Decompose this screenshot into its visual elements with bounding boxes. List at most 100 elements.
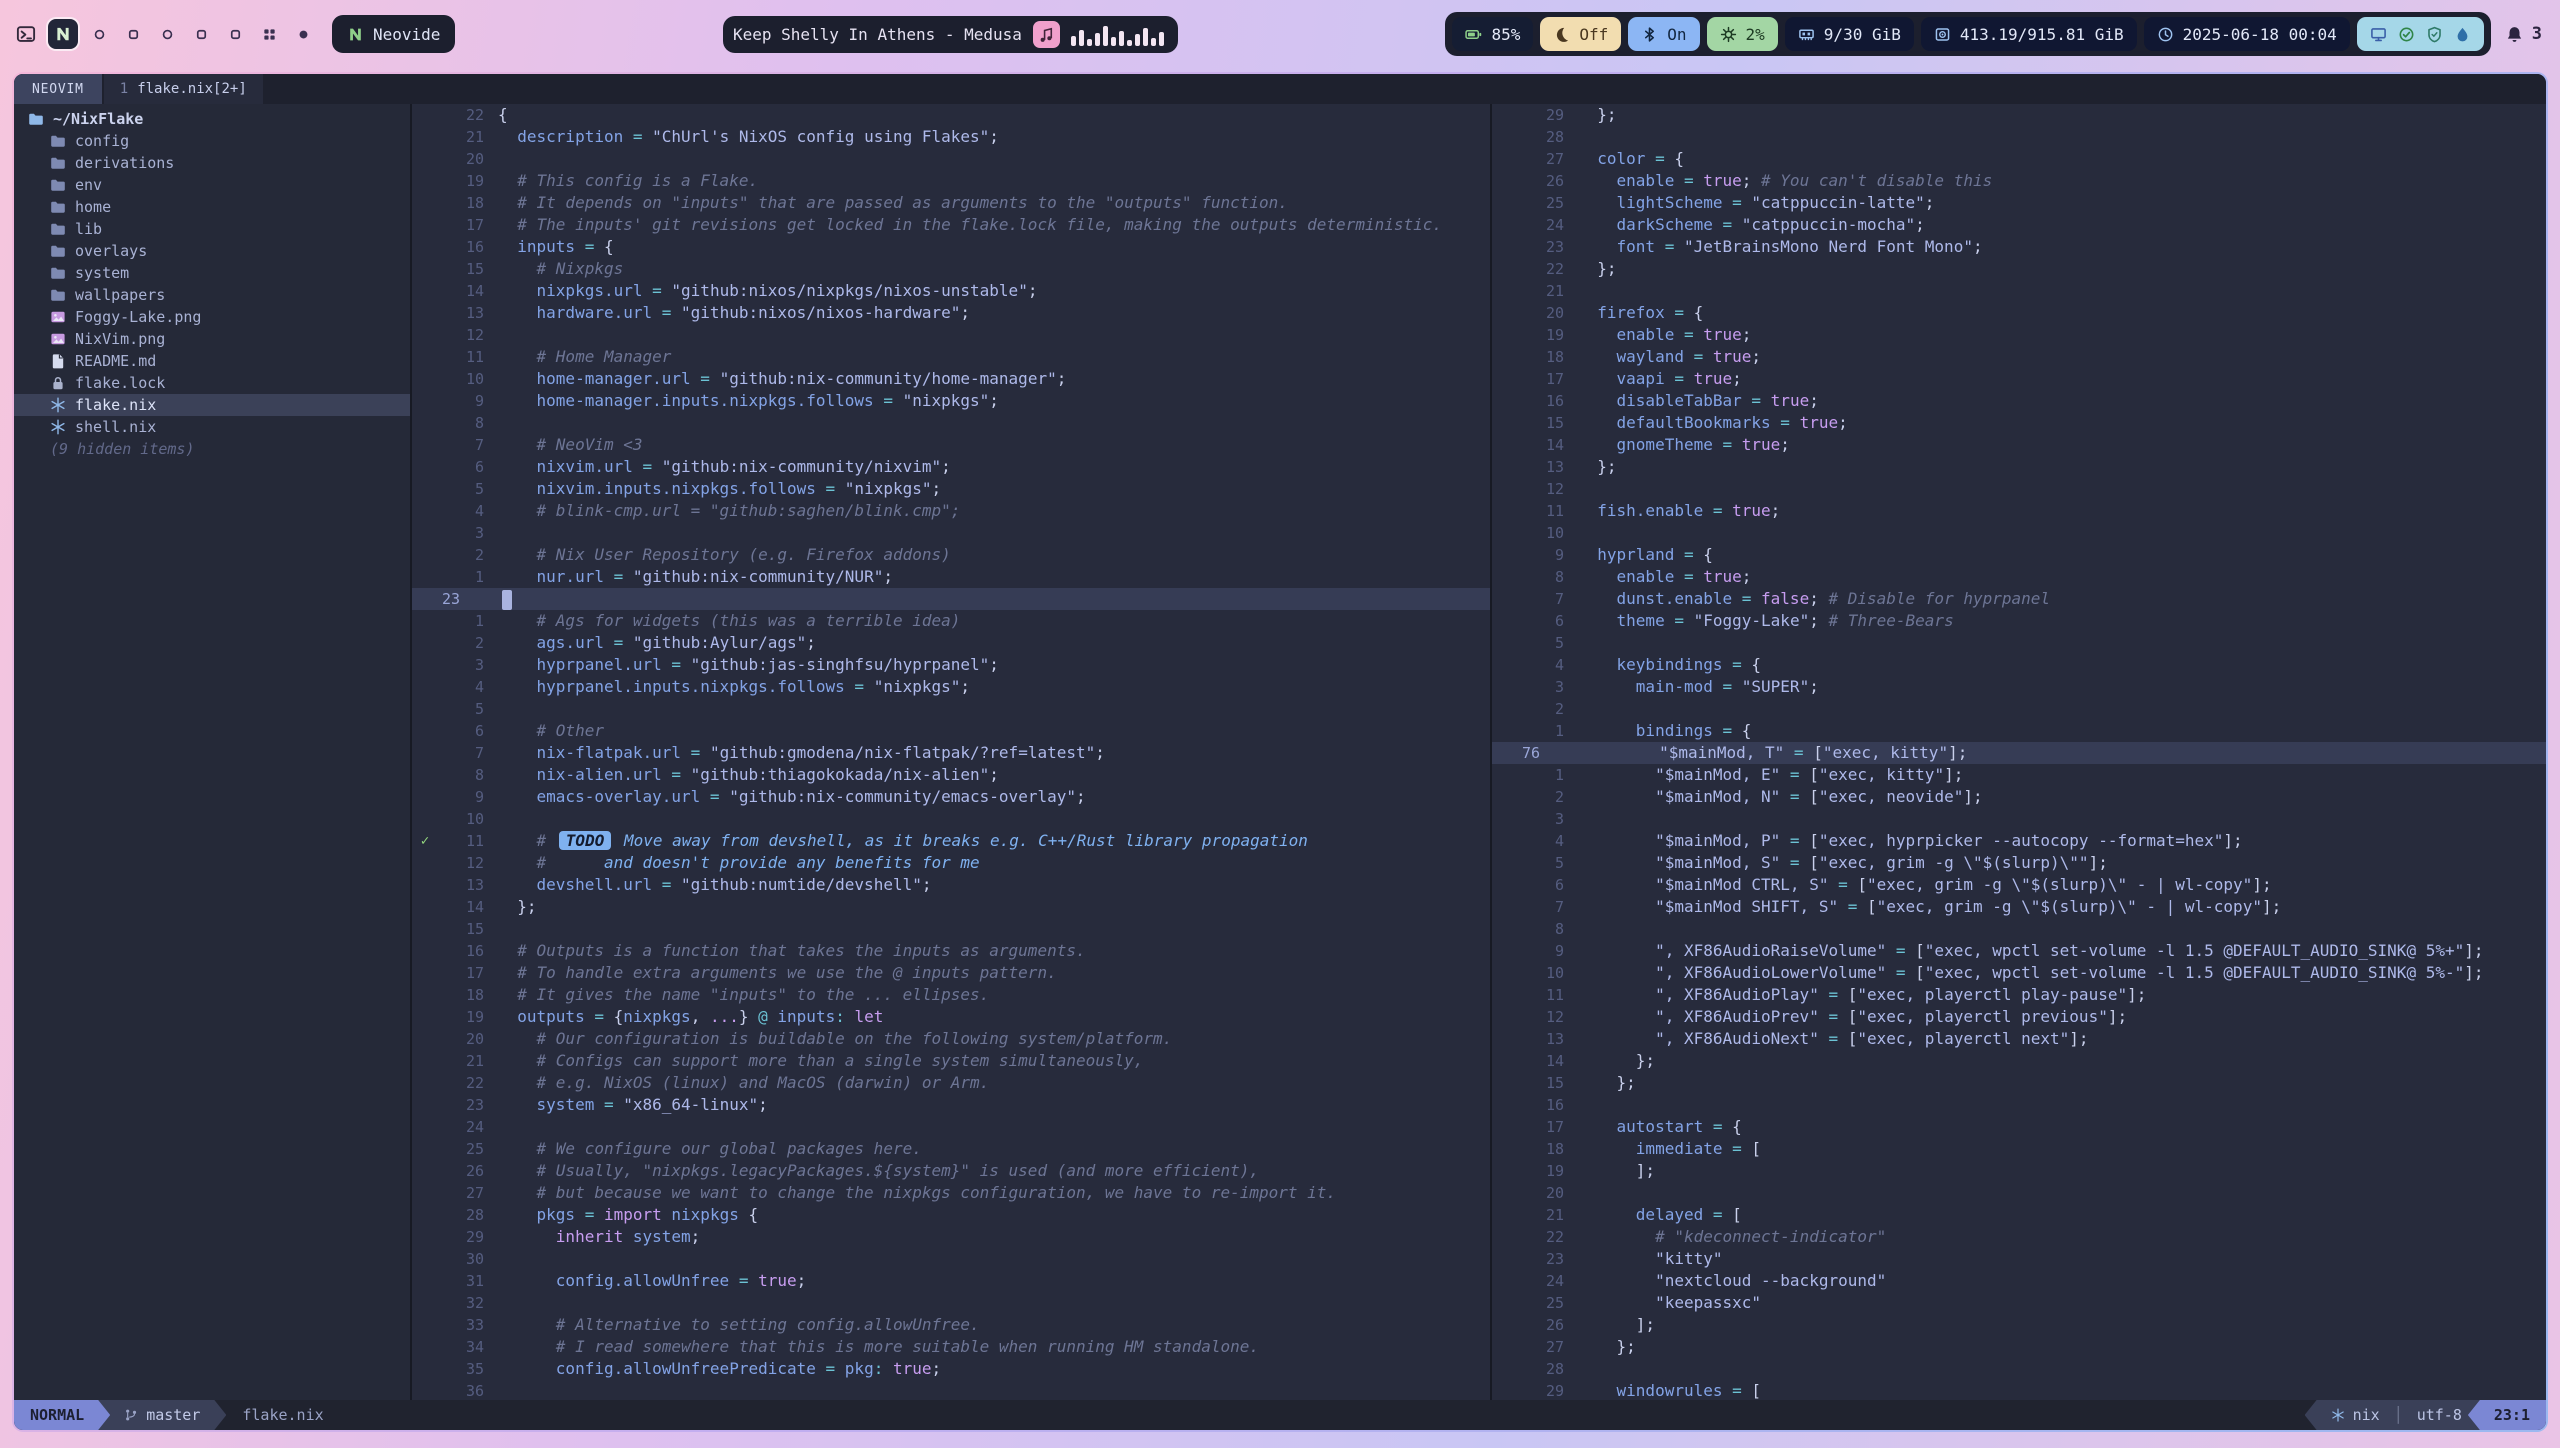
tree-item-flake.nix[interactable]: flake.nix	[14, 394, 410, 416]
code-line[interactable]: 20 firefox = {	[1492, 302, 2546, 324]
bluetooth-pill[interactable]: On	[1628, 17, 1699, 51]
code-line[interactable]: 2 "$mainMod, N" = ["exec, neovide"];	[1492, 786, 2546, 808]
code-line[interactable]: 20	[412, 148, 1490, 170]
code-line[interactable]: 15 };	[1492, 1072, 2546, 1094]
code-line[interactable]: 1 # Ags for widgets (this was a terrible…	[412, 610, 1490, 632]
code-line[interactable]: 7 nix-flatpak.url = "github:gmodena/nix-…	[412, 742, 1490, 764]
code-line[interactable]: 12 # and doesn't provide any benefits fo…	[412, 852, 1490, 874]
code-line[interactable]: 12	[1492, 478, 2546, 500]
code-line[interactable]: 29 };	[1492, 104, 2546, 126]
workspace-4[interactable]	[154, 21, 180, 47]
code-line[interactable]: 2 ags.url = "github:Aylur/ags";	[412, 632, 1490, 654]
code-line[interactable]: 14 };	[412, 896, 1490, 918]
notifications-indicator[interactable]: 3	[2505, 24, 2548, 44]
tree-item-overlays[interactable]: overlays	[14, 240, 410, 262]
code-line[interactable]: 11 ", XF86AudioPlay" = ["exec, playerctl…	[1492, 984, 2546, 1006]
workspace-8[interactable]	[290, 21, 316, 47]
code-line[interactable]: 26 ];	[1492, 1314, 2546, 1336]
code-line[interactable]: 9 hyprland = {	[1492, 544, 2546, 566]
code-line[interactable]: 27 # but because we want to change the n…	[412, 1182, 1490, 1204]
code-line[interactable]: 3	[1492, 808, 2546, 830]
tray-drop-icon[interactable]	[2454, 26, 2471, 43]
app-badge-neovide[interactable]: Neovide	[332, 15, 455, 53]
code-line[interactable]: 18 # It depends on "inputs" that are pas…	[412, 192, 1490, 214]
code-line[interactable]: 16 inputs = {	[412, 236, 1490, 258]
code-line[interactable]: 3 main-mod = "SUPER";	[1492, 676, 2546, 698]
code-line[interactable]: 19 enable = true;	[1492, 324, 2546, 346]
code-line[interactable]: 34 # I read somewhere that this is more …	[412, 1336, 1490, 1358]
code-line[interactable]: 1 nur.url = "github:nix-community/NUR";	[412, 566, 1490, 588]
code-line[interactable]: 5 "$mainMod, S" = ["exec, grim -g \"$(sl…	[1492, 852, 2546, 874]
battery-pill[interactable]: 85%	[1452, 17, 1533, 51]
tree-root[interactable]: ~/NixFlake	[14, 108, 410, 130]
code-line[interactable]: 26 enable = true; # You can't disable th…	[1492, 170, 2546, 192]
code-line[interactable]: 15	[412, 918, 1490, 940]
tree-item-home[interactable]: home	[14, 196, 410, 218]
code-line[interactable]: 16 disableTabBar = true;	[1492, 390, 2546, 412]
code-line[interactable]: 36	[412, 1380, 1490, 1400]
code-line[interactable]: 13 ", XF86AudioNext" = ["exec, playerctl…	[1492, 1028, 2546, 1050]
code-line[interactable]: 18 # It gives the name "inputs" to the .…	[412, 984, 1490, 1006]
code-line[interactable]: 25 lightScheme = "catppuccin-latte";	[1492, 192, 2546, 214]
code-line[interactable]: 16 # Outputs is a function that takes th…	[412, 940, 1490, 962]
code-line[interactable]: 26 # Usually, "nixpkgs.legacyPackages.${…	[412, 1160, 1490, 1182]
tree-item-shell.nix[interactable]: shell.nix	[14, 416, 410, 438]
code-line[interactable]: 20 # Our configuration is buildable on t…	[412, 1028, 1490, 1050]
code-line[interactable]: 15 # Nixpkgs	[412, 258, 1490, 280]
code-line[interactable]: 8	[1492, 918, 2546, 940]
buffer-tab[interactable]: 1 flake.nix[2+]	[104, 74, 263, 104]
tree-item-system[interactable]: system	[14, 262, 410, 284]
tree-item-NixVim.png[interactable]: NixVim.png	[14, 328, 410, 350]
code-line[interactable]: 11 # Home Manager	[412, 346, 1490, 368]
code-line[interactable]: 23 "kitty"	[1492, 1248, 2546, 1270]
code-line[interactable]: 23	[412, 588, 1490, 610]
cpu-pill[interactable]: 2%	[1707, 17, 1778, 51]
code-line[interactable]: 21	[1492, 280, 2546, 302]
workspace-5[interactable]	[188, 21, 214, 47]
code-line[interactable]: 13 devshell.url = "github:numtide/devshe…	[412, 874, 1490, 896]
code-line[interactable]: 10 home-manager.url = "github:nix-commun…	[412, 368, 1490, 390]
code-line[interactable]: 9 emacs-overlay.url = "github:nix-commun…	[412, 786, 1490, 808]
disk-pill[interactable]: 413.19/915.81 GiB	[1921, 17, 2137, 51]
code-line[interactable]: 17 vaapi = true;	[1492, 368, 2546, 390]
code-line[interactable]: 9 home-manager.inputs.nixpkgs.follows = …	[412, 390, 1490, 412]
code-line[interactable]: 28 pkgs = import nixpkgs {	[412, 1204, 1490, 1226]
code-line[interactable]: 11 fish.enable = true;	[1492, 500, 2546, 522]
code-line[interactable]: 5 nixvim.inputs.nixpkgs.follows = "nixpk…	[412, 478, 1490, 500]
code-line[interactable]: 76 "$mainMod, T" = ["exec, kitty"];	[1492, 742, 2546, 764]
tray-check-icon[interactable]	[2398, 26, 2415, 43]
code-line[interactable]: 6 "$mainMod CTRL, S" = ["exec, grim -g \…	[1492, 874, 2546, 896]
code-line[interactable]: 3 hyprpanel.url = "github:jas-singhfsu/h…	[412, 654, 1490, 676]
code-line[interactable]: 5	[412, 698, 1490, 720]
code-line[interactable]: 10	[1492, 522, 2546, 544]
code-line[interactable]: 14 };	[1492, 1050, 2546, 1072]
code-line[interactable]: 19 ];	[1492, 1160, 2546, 1182]
code-line[interactable]: 5	[1492, 632, 2546, 654]
code-line[interactable]: 17 # The inputs' git revisions get locke…	[412, 214, 1490, 236]
idle-inhibitor-pill[interactable]: Off	[1540, 17, 1621, 51]
code-line[interactable]: 28	[1492, 126, 2546, 148]
tree-item-README.md[interactable]: README.md	[14, 350, 410, 372]
code-line[interactable]: 22 # e.g. NixOS (linux) and MacOS (darwi…	[412, 1072, 1490, 1094]
code-line[interactable]: 7 # NeoVim <3	[412, 434, 1490, 456]
code-line[interactable]: 4 "$mainMod, P" = ["exec, hyprpicker --a…	[1492, 830, 2546, 852]
code-line[interactable]: 13 hardware.url = "github:nixos/nixos-ha…	[412, 302, 1490, 324]
tree-item-wallpapers[interactable]: wallpapers	[14, 284, 410, 306]
tree-item-env[interactable]: env	[14, 174, 410, 196]
code-line[interactable]: 24 darkScheme = "catppuccin-mocha";	[1492, 214, 2546, 236]
code-line[interactable]: 33 # Alternative to setting config.allow…	[412, 1314, 1490, 1336]
git-branch[interactable]: master	[98, 1400, 226, 1430]
code-line[interactable]: 13 };	[1492, 456, 2546, 478]
workspace-2[interactable]	[86, 21, 112, 47]
clock-pill[interactable]: 2025-06-18 00:04	[2144, 17, 2350, 51]
code-line[interactable]: 23 font = "JetBrainsMono Nerd Font Mono"…	[1492, 236, 2546, 258]
code-line[interactable]: 29 inherit system;	[412, 1226, 1490, 1248]
workspace-6[interactable]	[222, 21, 248, 47]
code-line[interactable]: 20	[1492, 1182, 2546, 1204]
tree-item-config[interactable]: config	[14, 130, 410, 152]
code-line[interactable]: 27 color = {	[1492, 148, 2546, 170]
code-line[interactable]: 21 # Configs can support more than a sin…	[412, 1050, 1490, 1072]
code-line[interactable]: 18 wayland = true;	[1492, 346, 2546, 368]
code-line[interactable]: 8 enable = true;	[1492, 566, 2546, 588]
code-line[interactable]: 21 description = "ChUrl's NixOS config u…	[412, 126, 1490, 148]
